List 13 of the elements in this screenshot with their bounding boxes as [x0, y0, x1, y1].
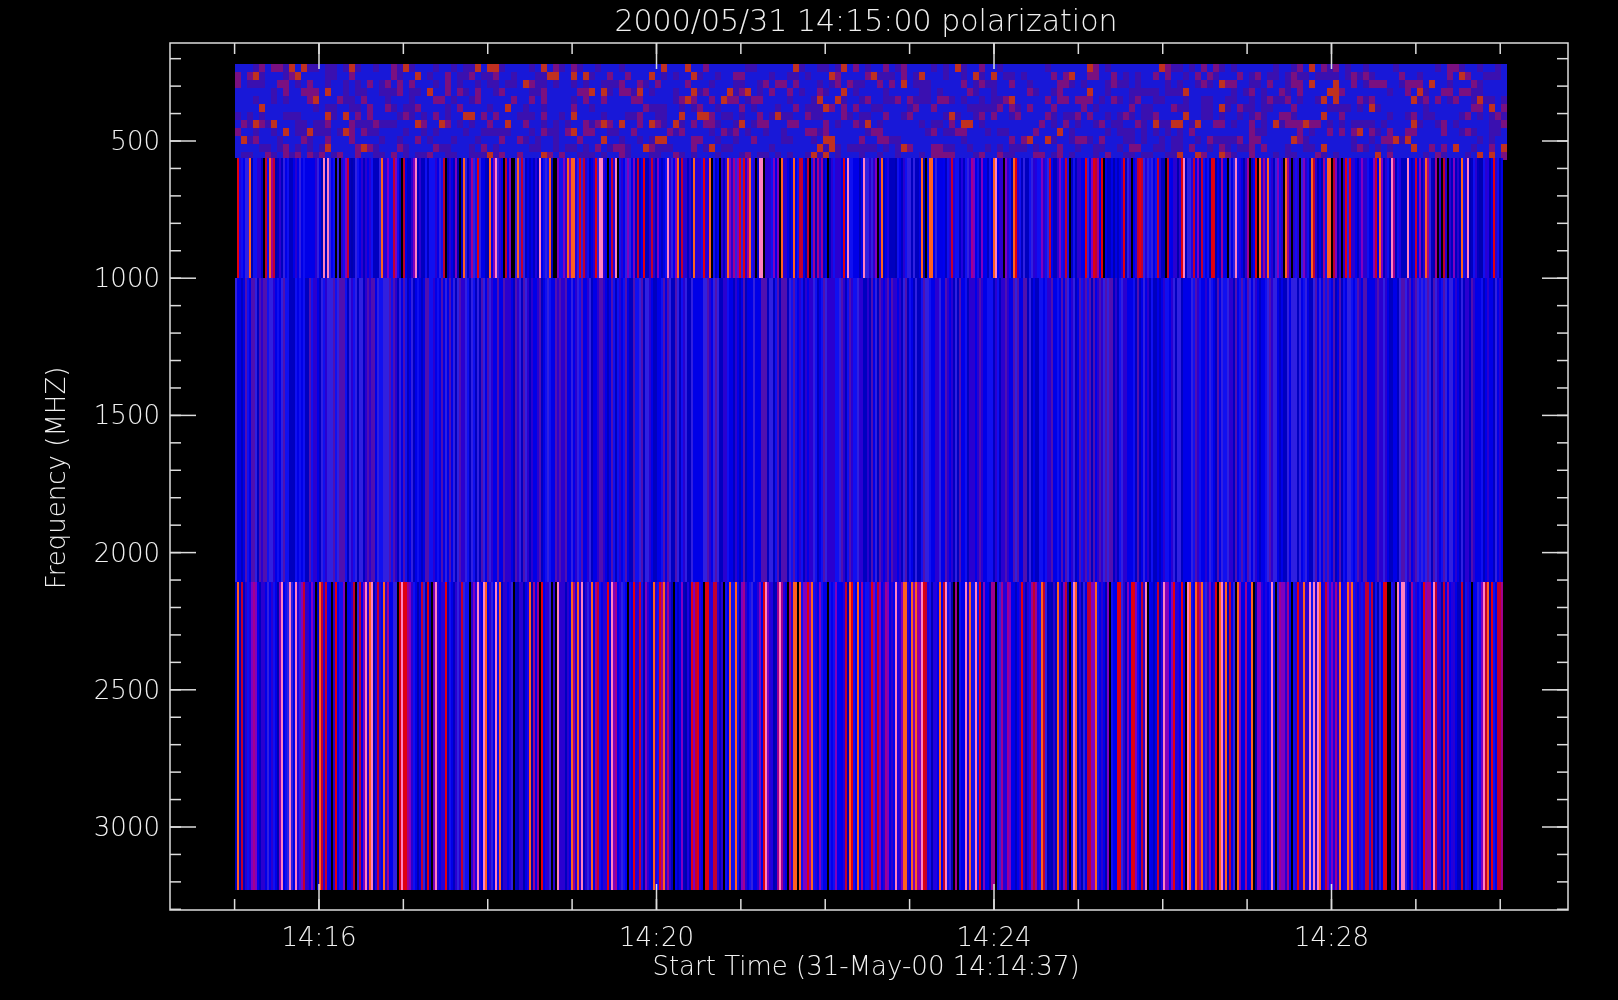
tick-label: 2500: [93, 674, 160, 705]
tick-label: 3000: [93, 812, 160, 842]
tick-label: 14:16: [281, 922, 357, 952]
tick-label: 14:24: [956, 922, 1032, 952]
plot-title: 2000/05/31 14:15:00 polarization: [614, 3, 1118, 38]
tick-label: 1000: [93, 263, 160, 294]
axis-label: Frequency (MHZ): [41, 366, 71, 590]
tick-label: 14:28: [1294, 922, 1369, 952]
axis-label: Start Time (31-May-00 14:14:37): [652, 951, 1080, 981]
tick-label: 500: [110, 126, 160, 156]
tick-label: 14:20: [619, 922, 694, 952]
tick-label: 1500: [93, 400, 160, 431]
tick-label: 2000: [93, 537, 160, 568]
